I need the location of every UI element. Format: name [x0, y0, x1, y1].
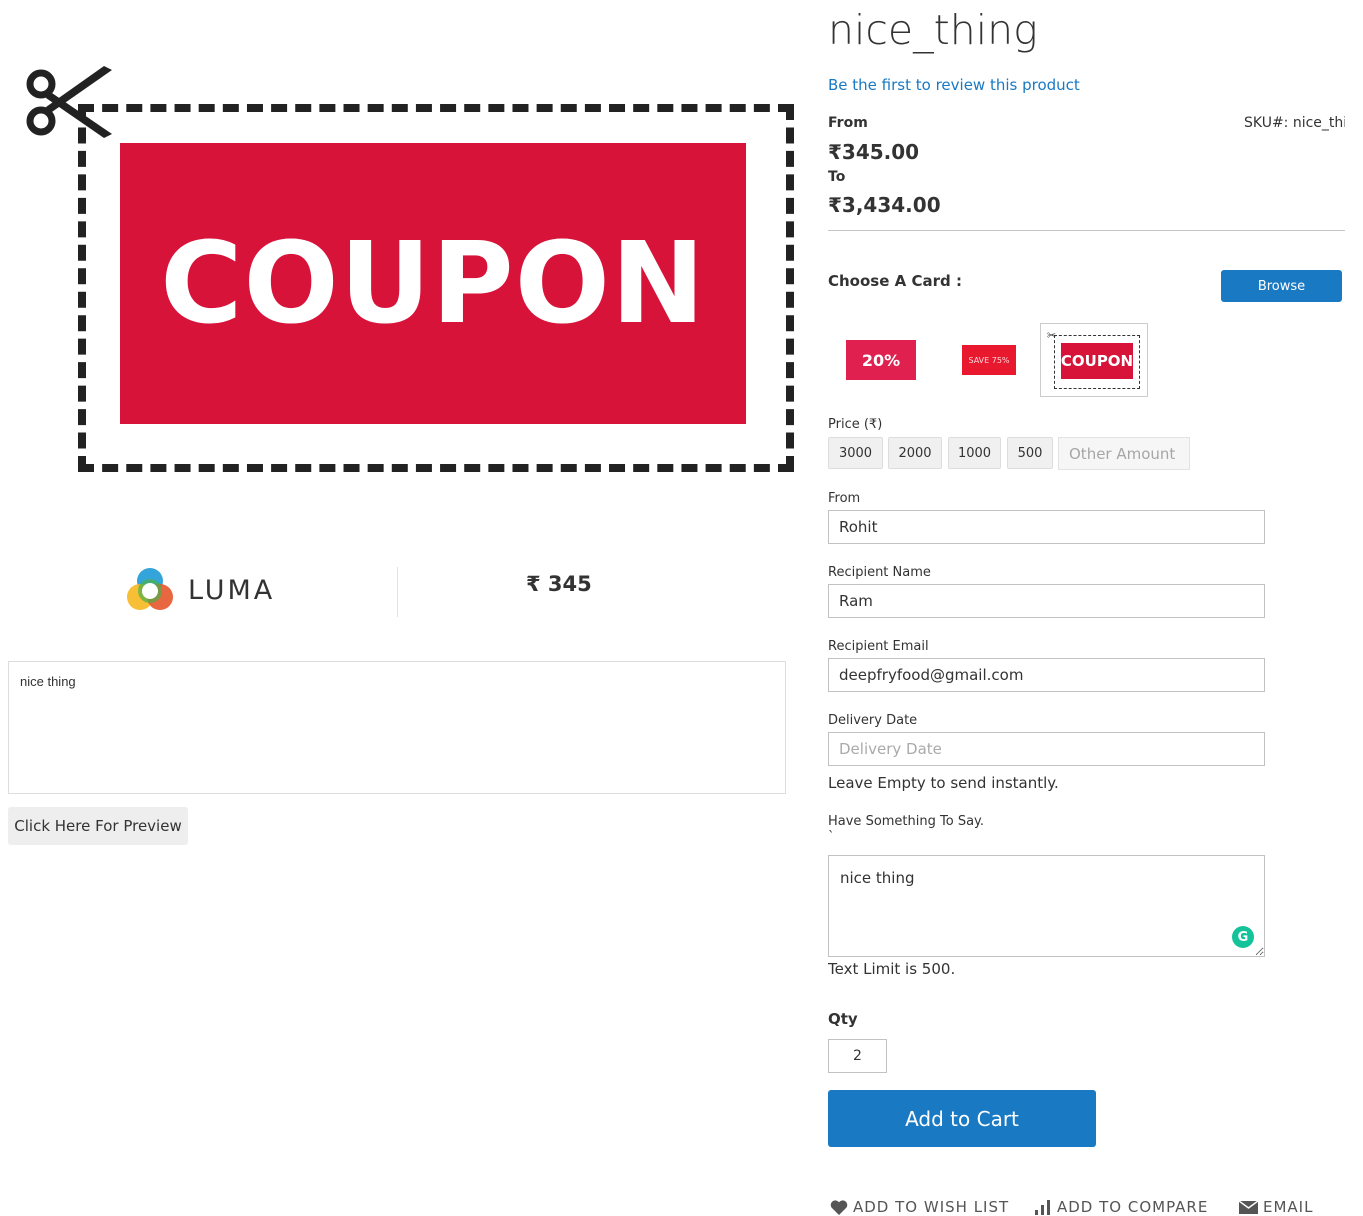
grammarly-icon[interactable]: G — [1232, 926, 1254, 948]
recipient-name-input[interactable] — [828, 584, 1265, 618]
other-amount-input[interactable] — [1058, 437, 1190, 470]
footer-divider — [397, 567, 398, 617]
amount-500-button[interactable]: 500 — [1007, 437, 1053, 469]
delivery-date-label: Delivery Date — [828, 713, 918, 728]
qty-input[interactable] — [828, 1039, 887, 1073]
qty-label: Qty — [828, 1010, 858, 1028]
amount-3000-button[interactable]: 3000 — [828, 437, 883, 469]
preview-button[interactable]: Click Here For Preview — [8, 807, 188, 845]
to-price-label: To — [828, 169, 846, 185]
from-price-label: From — [828, 115, 868, 131]
message-label-tick: ` — [828, 830, 835, 845]
choose-card-label: Choose A Card : — [828, 272, 962, 290]
sender-name-input[interactable] — [828, 510, 1265, 544]
add-to-wishlist-link[interactable]: ADD TO WISH LIST — [830, 1198, 1009, 1216]
add-to-cart-button[interactable]: Add to Cart — [828, 1090, 1096, 1147]
brand-name: LUMA — [188, 575, 276, 606]
coupon-heading: COUPON — [160, 218, 706, 349]
product-title: nice_thing — [828, 6, 1038, 54]
mini-coupon-card: COUPON — [1061, 343, 1133, 379]
envelope-icon — [1239, 1200, 1258, 1214]
message-preview-box: nice thing — [8, 661, 786, 794]
text-limit-hint: Text Limit is 500. — [828, 960, 956, 978]
luma-logo-icon — [127, 568, 173, 610]
from-price: ₹345.00 — [828, 140, 920, 164]
recipient-email-input[interactable] — [828, 658, 1265, 692]
price-label: Price (₹) — [828, 417, 883, 432]
review-link[interactable]: Be the first to review this product — [828, 76, 1080, 94]
to-price: ₹3,434.00 — [828, 193, 941, 217]
email-link[interactable]: EMAIL — [1239, 1198, 1313, 1216]
bar-chart-icon — [1035, 1199, 1050, 1215]
price-divider — [828, 230, 1345, 231]
amount-2000-button[interactable]: 2000 — [888, 437, 942, 469]
amount-1000-button[interactable]: 1000 — [948, 437, 1001, 469]
card-thumb-art: ✂ COUPON — [1046, 329, 1142, 391]
recipient-email-label: Recipient Email — [828, 639, 929, 654]
from-label: From — [828, 491, 861, 506]
scissors-icon — [26, 66, 112, 138]
browse-button[interactable]: Browse — [1221, 270, 1342, 302]
card-thumbnail-2[interactable]: SAVE 75% — [950, 323, 1028, 397]
product-sku: SKU#: nice_thing — [1244, 115, 1345, 131]
coupon-card: COUPON — [120, 143, 746, 424]
card-thumbnail-3-selected[interactable]: ✂ COUPON — [1040, 323, 1148, 397]
add-to-compare-link[interactable]: ADD TO COMPARE — [1035, 1198, 1208, 1216]
delivery-date-input[interactable] — [828, 732, 1265, 766]
heart-icon — [830, 1199, 848, 1215]
delivery-date-hint: Leave Empty to send instantly. — [828, 774, 1059, 792]
scissors-icon: ✂ — [1047, 329, 1057, 342]
card-price-preview: ₹ 345 — [526, 572, 592, 596]
card-thumb-art: 20% — [846, 340, 916, 380]
card-thumbnail-1[interactable]: 20% — [836, 323, 926, 397]
gift-card-image: COUPON — [20, 60, 795, 480]
message-textarea[interactable]: nice thing — [828, 855, 1265, 957]
message-label: Have Something To Say. — [828, 814, 985, 829]
recipient-name-label: Recipient Name — [828, 565, 931, 580]
card-thumb-art: SAVE 75% — [962, 345, 1016, 375]
card-preview-footer: LUMA ₹ 345 — [8, 555, 788, 625]
